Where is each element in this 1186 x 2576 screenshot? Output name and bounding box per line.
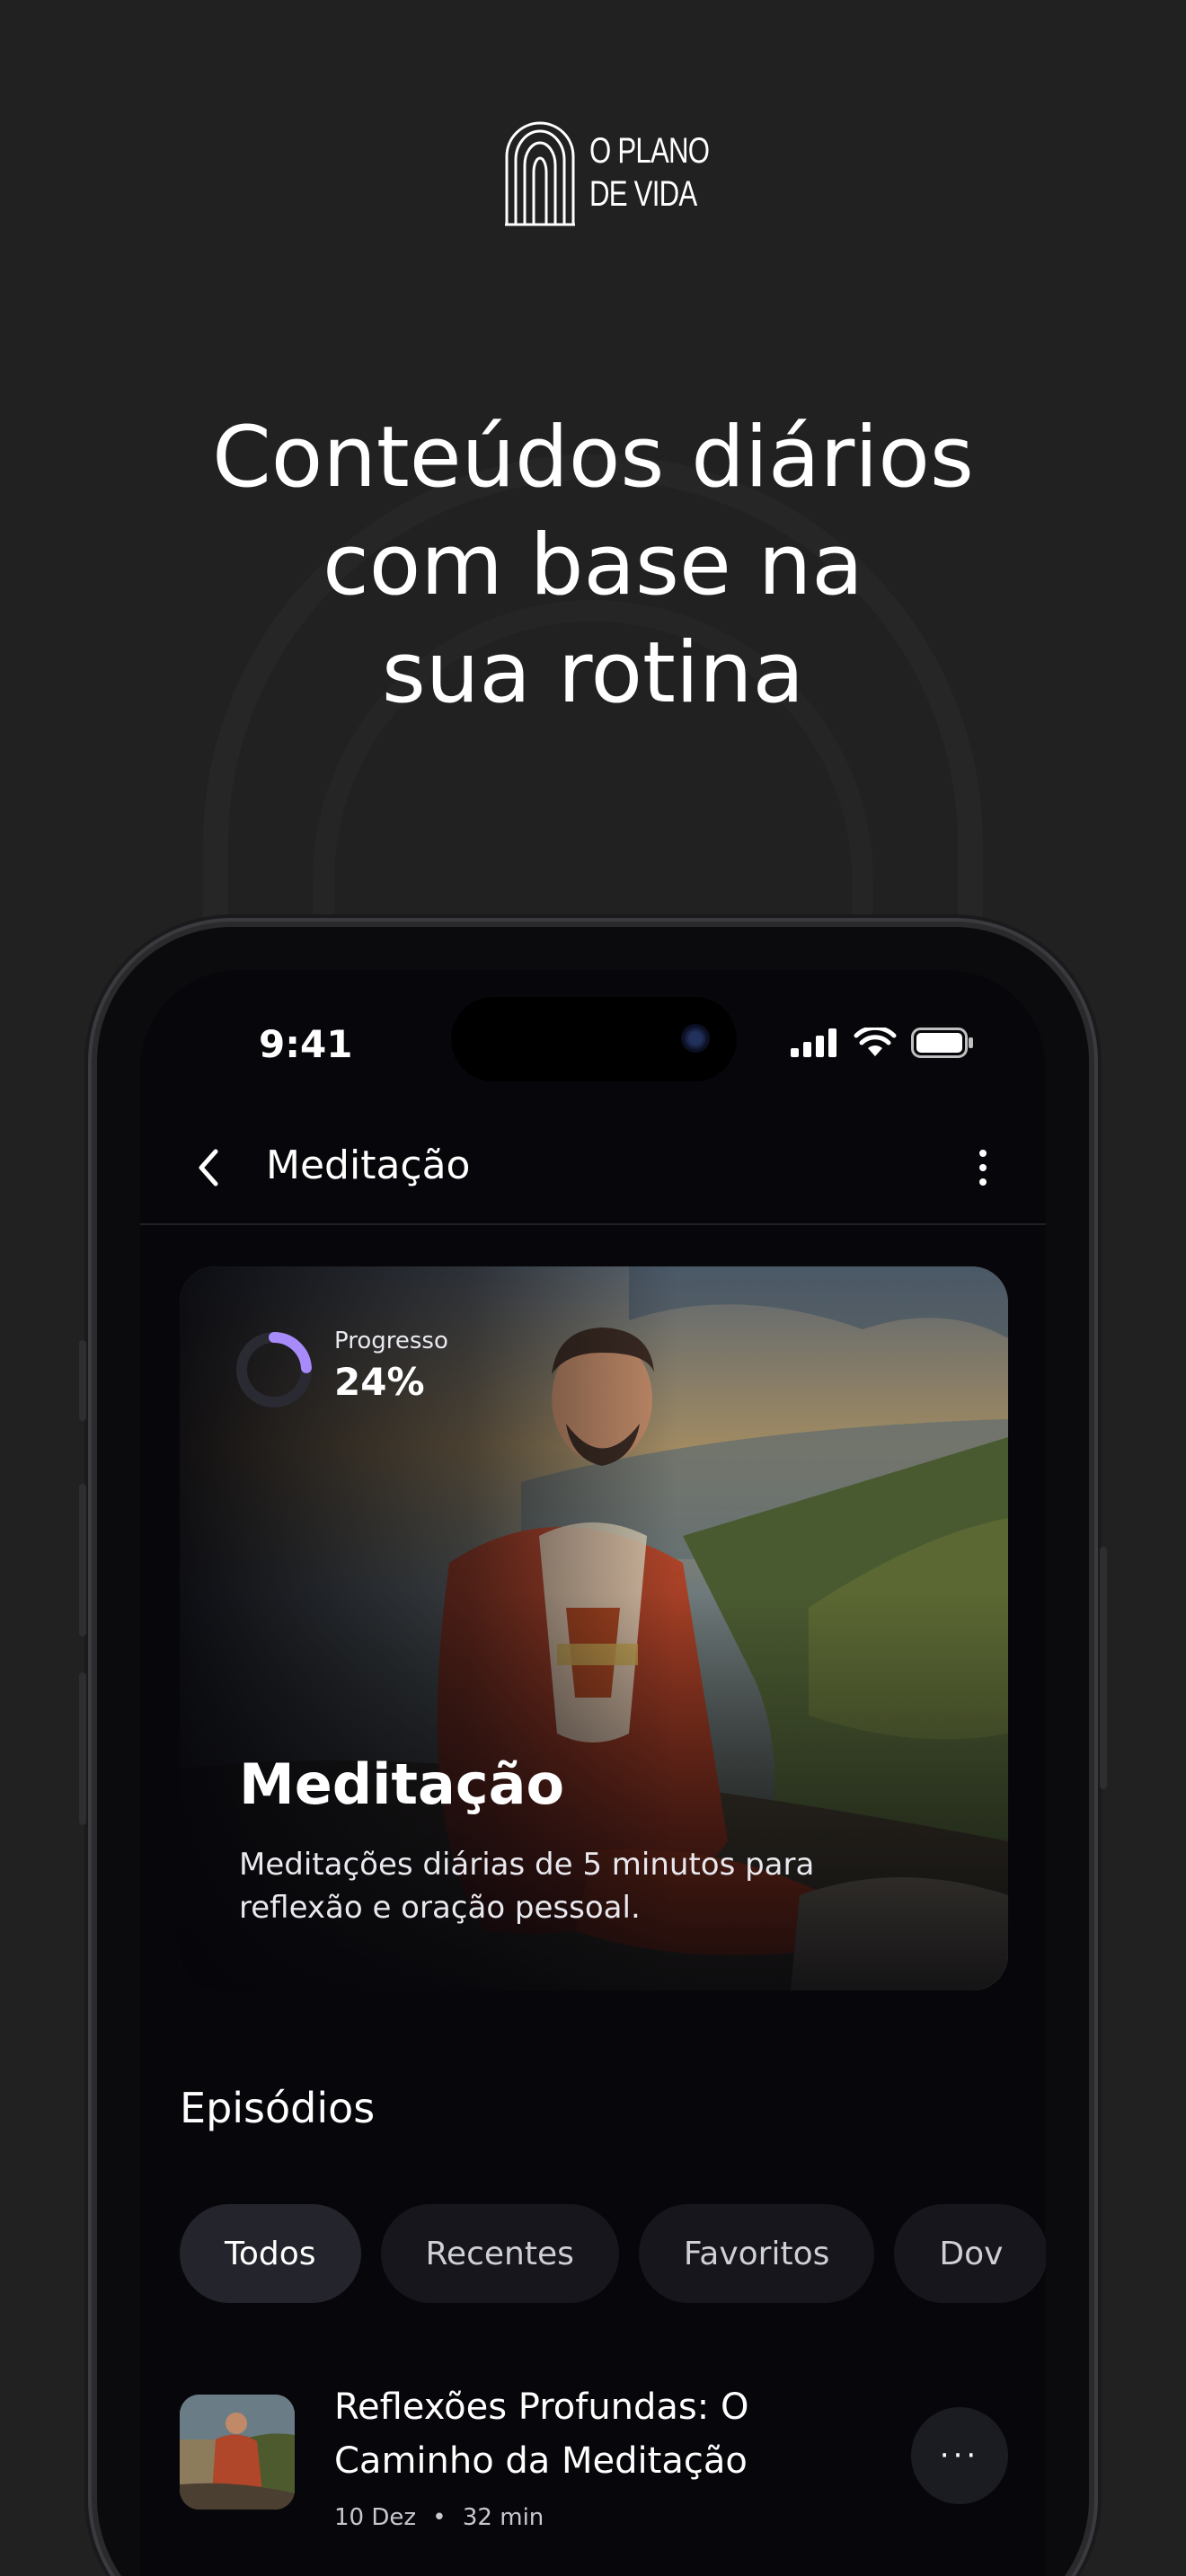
brand-name: O PLANO DE VIDA (589, 129, 710, 216)
headline-line-1: Conteúdos diários (212, 409, 974, 507)
headline-line-3: sua rotina (381, 624, 805, 722)
status-icons (791, 1028, 974, 1058)
front-camera (681, 1024, 710, 1053)
filter-chip-favoritos[interactable]: Favoritos (638, 2204, 875, 2303)
episode-duration: 32 min (462, 2504, 544, 2531)
brand-line-1: O PLANO (589, 131, 710, 171)
phone-volume-down-button (79, 1672, 86, 1825)
chevron-left-icon[interactable] (190, 1141, 226, 1195)
episode-title: Reflexões Profundas: O Caminho da Medita… (334, 2386, 749, 2482)
filter-chip-recentes[interactable]: Recentes (380, 2204, 619, 2303)
progress-label: Progresso (334, 1328, 448, 1354)
status-time: 9:41 (259, 1022, 353, 1066)
hero-title: Meditação (239, 1751, 565, 1817)
progress-ring (236, 1332, 312, 1407)
filter-chip-downloads[interactable]: Dov (894, 2204, 1046, 2303)
kebab-menu-icon[interactable] (974, 1141, 992, 1195)
episode-date: 10 Dez (334, 2504, 417, 2531)
episode-meta: 10 Dez • 32 min (334, 2504, 544, 2531)
episode-filter-chips: Todos Recentes Favoritos Dov (180, 2204, 1046, 2303)
phone-mockup: 9:41 Meditação Progresso 24% Meditação M… (79, 927, 1107, 2576)
episodes-section-title: Episódios (180, 2084, 376, 2132)
progress-value: 24% (334, 1360, 425, 1404)
marketing-headline: Conteúdos diários com base na sua rotina (0, 404, 1186, 728)
phone-screen: 9:41 Meditação Progresso 24% Meditação M… (140, 970, 1046, 2576)
phone-volume-up-button (79, 1484, 86, 1636)
episode-meta-separator: • (432, 2504, 447, 2531)
page-title: Meditação (266, 1142, 471, 1188)
brand-logo: O PLANO DE VIDA (503, 119, 743, 226)
signal-icon (791, 1028, 836, 1057)
program-hero-card[interactable]: Progresso 24% Meditação Meditações diári… (180, 1266, 1008, 1990)
brand-line-2: DE VIDA (589, 174, 697, 214)
phone-power-button (1100, 1547, 1107, 1789)
filter-chip-todos[interactable]: Todos (180, 2204, 361, 2303)
app-bar: Meditação (140, 1114, 1046, 1225)
episode-more-button[interactable]: ··· (911, 2407, 1008, 2504)
episode-list-item[interactable]: Reflexões Profundas: O Caminho da Medita… (180, 2380, 1008, 2531)
wifi-icon (854, 1028, 897, 1056)
battery-icon (911, 1028, 973, 1058)
onboarding-page: O PLANO DE VIDA Conteúdos diários com ba… (0, 0, 1186, 2576)
headline-line-2: com base na (323, 516, 863, 614)
phone-action-button (79, 1340, 86, 1421)
hero-description: Meditações diárias de 5 minutos para ref… (239, 1847, 815, 1926)
episode-thumbnail (180, 2395, 295, 2510)
dynamic-island (451, 997, 737, 1081)
arch-logo-icon (505, 121, 575, 226)
